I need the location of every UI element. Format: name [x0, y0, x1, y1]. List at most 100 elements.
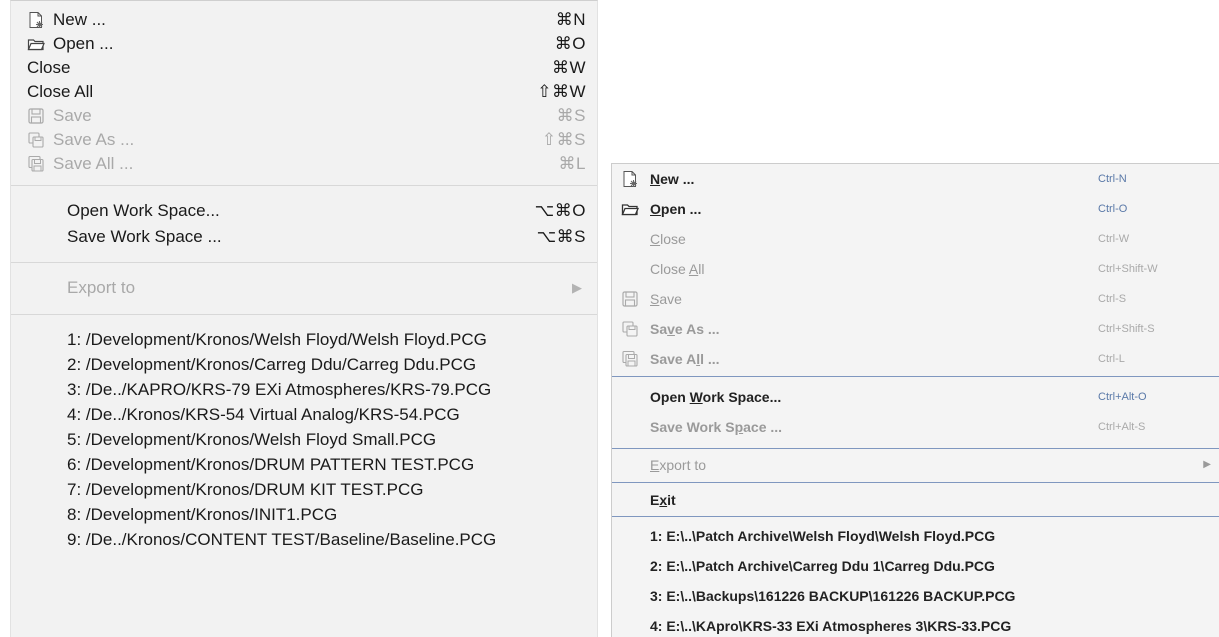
recent-file-item[interactable]: 7: /Development/Kronos/DRUM KIT TEST.PCG	[11, 478, 597, 502]
new-file-icon	[621, 170, 639, 188]
save-all-icon	[27, 155, 45, 173]
menu-item-label: New ...	[650, 171, 695, 187]
menu-item-shortcut: ⌘S	[556, 106, 586, 125]
menu-item-label: Close	[27, 58, 71, 77]
menu-item-save-all: Save All ... ⌘L	[11, 152, 597, 176]
menu-item-close: Close Ctrl-W	[612, 224, 1219, 254]
menu-item-label: Open ...	[53, 34, 114, 53]
menu-item-label: New ...	[53, 10, 106, 29]
menu-separator	[612, 482, 1219, 483]
menu-item-save-workspace[interactable]: Save Work Space ... ⌥⌘S	[11, 225, 597, 249]
recent-file-label: 7: /Development/Kronos/DRUM KIT TEST.PCG	[67, 480, 424, 499]
recent-file-item[interactable]: 8: /Development/Kronos/INIT1.PCG	[11, 503, 597, 527]
recent-file-label: 4: E:\..\KApro\KRS-33 EXi Atmospheres 3\…	[650, 618, 1012, 634]
open-folder-icon	[621, 200, 639, 218]
menu-item-label: Export to	[67, 278, 136, 297]
menu-item-open-workspace[interactable]: Open Work Space... ⌥⌘O	[11, 199, 597, 223]
recent-file-item[interactable]: 4: /De../Kronos/KRS-54 Virtual Analog/KR…	[11, 403, 597, 427]
recent-file-item[interactable]: 5: /Development/Kronos/Welsh Floyd Small…	[11, 428, 597, 452]
recent-file-label: 3: /De../KAPRO/KRS-79 EXi Atmospheres/KR…	[67, 380, 492, 399]
recent-file-label: 9: /De../Kronos/CONTENT TEST/Baseline/Ba…	[67, 530, 497, 549]
recent-file-item[interactable]: 2: /Development/Kronos/Carreg Ddu/Carreg…	[11, 353, 597, 377]
menu-item-save-workspace: Save Work Space ... Ctrl+Alt-S	[612, 412, 1219, 442]
recent-file-label: 6: /Development/Kronos/DRUM PATTERN TEST…	[67, 455, 475, 474]
recent-file-label: 1: E:\..\Patch Archive\Welsh Floyd\Welsh…	[650, 528, 996, 544]
menu-item-shortcut: Ctrl+Shift-S	[1098, 323, 1155, 335]
menu-item-exit[interactable]: Exit	[612, 485, 1219, 515]
menu-item-label: Close	[650, 231, 686, 247]
recent-file-item[interactable]: 2: E:\..\Patch Archive\Carreg Ddu 1\Carr…	[612, 551, 1219, 581]
menu-item-label: Open Work Space...	[67, 201, 220, 220]
save-disk-icon	[27, 107, 45, 125]
menu-item-open-workspace[interactable]: Open Work Space... Ctrl+Alt-O	[612, 382, 1219, 412]
menu-item-shortcut: ⌥⌘O	[534, 201, 586, 220]
menu-item-label: Save As ...	[53, 130, 135, 149]
menu-item-shortcut: Ctrl-S	[1098, 293, 1127, 305]
recent-file-label: 2: /Development/Kronos/Carreg Ddu/Carreg…	[67, 355, 477, 374]
menu-item-label: Open ...	[650, 201, 702, 217]
menu-item-shortcut: ⌘L	[558, 154, 586, 173]
menu-item-shortcut: Ctrl-W	[1098, 233, 1130, 245]
menu-item-close-all[interactable]: Close All ⇧⌘W	[11, 80, 597, 104]
menu-separator	[11, 185, 597, 186]
recent-file-label: 2: E:\..\Patch Archive\Carreg Ddu 1\Carr…	[650, 558, 995, 574]
menu-item-save-as: Save As ... Ctrl+Shift-S	[612, 314, 1219, 344]
menu-item-shortcut: Ctrl-L	[1098, 353, 1125, 365]
win-file-menu: New ... Ctrl-N Open ... Ctrl-O Close Ctr…	[611, 163, 1219, 637]
menu-item-label: Save Work Space ...	[67, 227, 222, 246]
menu-item-shortcut: ⌘N	[555, 10, 586, 29]
menu-item-open[interactable]: Open ... Ctrl-O	[612, 194, 1219, 224]
save-disk-icon	[621, 290, 639, 308]
menu-item-shortcut: Ctrl-N	[1098, 173, 1127, 185]
menu-item-label: Exit	[650, 492, 676, 508]
menu-item-open[interactable]: Open ... ⌘O	[11, 32, 597, 56]
save-as-icon	[621, 320, 639, 338]
menu-item-label: Save All ...	[53, 154, 134, 173]
recent-file-label: 5: /Development/Kronos/Welsh Floyd Small…	[67, 430, 437, 449]
recent-file-item[interactable]: 1: /Development/Kronos/Welsh Floyd/Welsh…	[11, 328, 597, 352]
menu-separator	[11, 262, 597, 263]
submenu-arrow-icon: ▶	[572, 280, 582, 295]
recent-file-item[interactable]: 1: E:\..\Patch Archive\Welsh Floyd\Welsh…	[612, 521, 1219, 551]
recent-file-label: 3: E:\..\Backups\161226 BACKUP\161226 BA…	[650, 588, 1016, 604]
menu-item-new[interactable]: New ... ⌘N	[11, 8, 597, 32]
recent-file-item[interactable]: 9: /De../Kronos/CONTENT TEST/Baseline/Ba…	[11, 528, 597, 552]
menu-item-shortcut: Ctrl-O	[1098, 203, 1128, 215]
recent-file-label: 4: /De../Kronos/KRS-54 Virtual Analog/KR…	[67, 405, 460, 424]
menu-item-shortcut: ⇧⌘W	[537, 82, 586, 101]
menu-item-new[interactable]: New ... Ctrl-N	[612, 164, 1219, 194]
menu-item-shortcut: ⌥⌘S	[536, 227, 586, 246]
open-folder-icon	[27, 35, 45, 53]
menu-item-export-to: Export to ▶	[612, 450, 1219, 480]
menu-item-label: Close All	[27, 82, 94, 101]
recent-file-label: 8: /Development/Kronos/INIT1.PCG	[67, 505, 338, 524]
menu-item-shortcut: Ctrl+Alt-S	[1098, 421, 1146, 433]
menu-item-close[interactable]: Close ⌘W	[11, 56, 597, 80]
menu-item-shortcut: ⌘O	[554, 34, 586, 53]
menu-separator	[612, 376, 1219, 377]
menu-item-label: Open Work Space...	[650, 389, 782, 405]
screenshot-root: New ... ⌘N Open ... ⌘O Close ⌘W Close Al…	[0, 0, 1219, 637]
menu-item-label: Save	[53, 106, 92, 125]
menu-item-label: Save As ...	[650, 321, 720, 337]
mac-file-menu: New ... ⌘N Open ... ⌘O Close ⌘W Close Al…	[10, 0, 598, 637]
menu-item-close-all: Close All Ctrl+Shift-W	[612, 254, 1219, 284]
menu-item-save: Save Ctrl-S	[612, 284, 1219, 314]
menu-item-shortcut: ⌘W	[551, 58, 586, 77]
recent-file-item[interactable]: 3: E:\..\Backups\161226 BACKUP\161226 BA…	[612, 581, 1219, 611]
menu-item-export-to: Export to ▶	[11, 276, 597, 300]
menu-separator	[612, 516, 1219, 517]
menu-item-shortcut: Ctrl+Shift-W	[1098, 263, 1158, 275]
recent-file-item[interactable]: 6: /Development/Kronos/DRUM PATTERN TEST…	[11, 453, 597, 477]
recent-file-item[interactable]: 4: E:\..\KApro\KRS-33 EXi Atmospheres 3\…	[612, 611, 1219, 637]
menu-item-save-all: Save All ... Ctrl-L	[612, 344, 1219, 374]
submenu-arrow-icon: ▶	[1203, 459, 1211, 470]
menu-separator	[612, 448, 1219, 449]
save-as-icon	[27, 131, 45, 149]
menu-item-label: Export to	[650, 457, 707, 473]
save-all-icon	[621, 350, 639, 368]
menu-item-save: Save ⌘S	[11, 104, 597, 128]
recent-file-item[interactable]: 3: /De../KAPRO/KRS-79 EXi Atmospheres/KR…	[11, 378, 597, 402]
menu-item-label: Save	[650, 291, 682, 307]
recent-file-label: 1: /Development/Kronos/Welsh Floyd/Welsh…	[67, 330, 487, 349]
